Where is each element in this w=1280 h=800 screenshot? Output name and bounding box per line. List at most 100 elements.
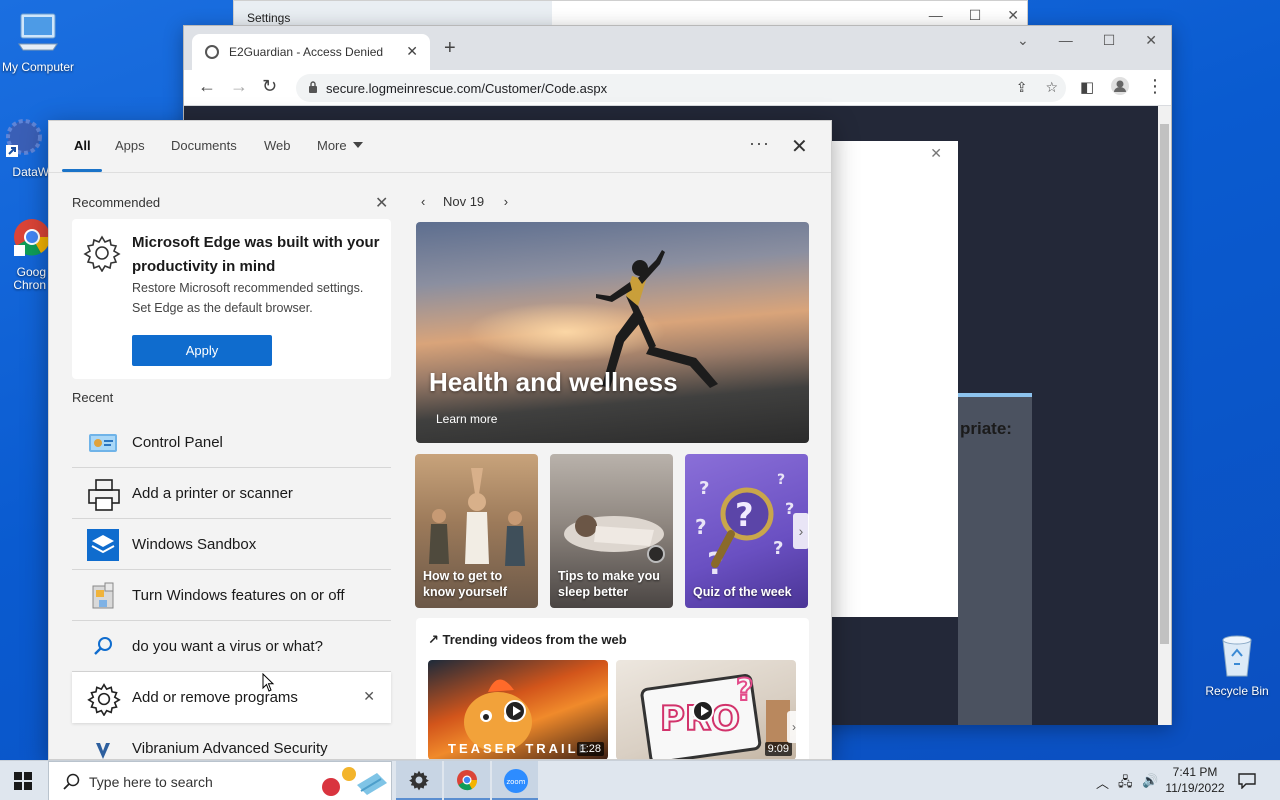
forward-icon[interactable]: →: [230, 76, 248, 97]
share-icon[interactable]: ⇪: [1016, 79, 1028, 96]
profile-icon[interactable]: [1110, 76, 1130, 101]
gear-icon: [83, 234, 121, 275]
minimize-icon[interactable]: —: [1059, 32, 1073, 49]
desktop-icon-my-computer[interactable]: My Computer: [0, 10, 76, 74]
recent-item-vibranium-security[interactable]: Vibranium Advanced Security: [72, 723, 391, 759]
page-panel: priate:: [958, 393, 1032, 725]
chrome-tab-strip: E2Guardian - Access Denied ✕ + ⌄ — ☐ ✕: [184, 26, 1171, 70]
apply-button[interactable]: Apply: [132, 335, 272, 366]
recommended-card: Microsoft Edge was built with your produ…: [72, 219, 391, 379]
videos-next-icon[interactable]: ›: [787, 711, 801, 743]
recommended-label: Recommended: [72, 195, 161, 210]
tile-quiz-of-week[interactable]: ??? ??? ? Quiz of the week: [685, 454, 808, 608]
settings-window-title: Settings: [247, 11, 291, 25]
show-hidden-icons[interactable]: ︿: [1096, 773, 1109, 792]
address-bar[interactable]: secure.logmeinrescue.com/Customer/Code.a…: [296, 74, 1066, 102]
network-icon[interactable]: 🖧: [1118, 773, 1133, 795]
windows-features-icon: [87, 580, 119, 612]
hero-card[interactable]: Health and wellness Learn more: [416, 222, 809, 443]
volume-icon[interactable]: 🔊: [1142, 773, 1158, 789]
star-icon[interactable]: ☆: [1045, 79, 1058, 96]
url-text: secure.logmeinrescue.com/Customer/Code.a…: [326, 81, 608, 96]
recent-item-add-printer[interactable]: Add a printer or scanner: [72, 468, 391, 519]
tab-more[interactable]: More: [317, 138, 363, 153]
tile-know-yourself[interactable]: How to get to know yourself: [415, 454, 538, 608]
vibranium-icon: [87, 733, 119, 759]
video-card-pro[interactable]: PRO ? 9:09: [616, 660, 796, 759]
recent-item-add-remove-programs[interactable]: Add or remove programs ✕: [72, 672, 391, 723]
back-icon[interactable]: ←: [198, 76, 216, 97]
close-icon[interactable]: ✕: [930, 145, 942, 162]
lock-icon: [309, 81, 317, 93]
video-card-teaser[interactable]: TEASER TRAILE 1:28: [428, 660, 608, 759]
close-tab-icon[interactable]: ✕: [406, 43, 418, 60]
dismiss-recommended-icon[interactable]: ✕: [375, 193, 388, 213]
page-scrollbar[interactable]: [1158, 106, 1171, 725]
hero-title: Health and wellness: [429, 367, 678, 397]
menu-icon[interactable]: ⋮: [1146, 76, 1164, 97]
globe-icon: [205, 45, 219, 59]
recent-item-search-query[interactable]: do you want a virus or what?: [72, 621, 391, 672]
tab-search-icon[interactable]: ⌄: [1017, 32, 1029, 49]
chevron-right-icon[interactable]: ›: [504, 194, 508, 209]
recent-item-label: Vibranium Advanced Security: [132, 740, 328, 757]
search-icon: [87, 631, 119, 663]
more-options-icon[interactable]: ···: [749, 133, 770, 154]
tile-caption: Quiz of the week: [693, 585, 792, 599]
tab-apps[interactable]: Apps: [115, 138, 145, 153]
play-icon[interactable]: [692, 700, 714, 722]
desktop-icon-label: Recycle Bin: [1205, 684, 1269, 698]
page-partial-text: priate:: [960, 419, 1012, 438]
side-panel-icon[interactable]: ◧: [1080, 78, 1094, 96]
maximize-icon[interactable]: ☐: [1103, 32, 1116, 49]
tab-web[interactable]: Web: [264, 138, 291, 153]
trending-title-text: Trending videos from the web: [442, 632, 627, 647]
chrome-icon: [456, 769, 478, 794]
taskbar-search-box[interactable]: Type here to search: [48, 761, 392, 800]
recycle-bin-icon: [1199, 632, 1275, 681]
video-duration: 1:28: [576, 742, 604, 756]
computer-icon: [0, 10, 76, 57]
taskbar-settings[interactable]: [396, 761, 442, 800]
minimize-icon[interactable]: —: [929, 7, 943, 24]
taskbar-zoom[interactable]: zoom: [492, 761, 538, 800]
trending-videos: ↗ Trending videos from the web TEASER TR…: [416, 618, 809, 759]
new-tab-icon[interactable]: +: [444, 38, 456, 58]
video-duration: 9:09: [764, 742, 792, 756]
close-icon[interactable]: ✕: [791, 134, 808, 159]
mouse-cursor: [262, 673, 275, 692]
trending-arrow-icon: ↗: [428, 632, 443, 647]
remove-item-icon[interactable]: ✕: [363, 688, 375, 705]
windows-start-icon[interactable]: [14, 772, 32, 793]
scrollbar-thumb[interactable]: [1160, 124, 1169, 644]
chrome-tab[interactable]: E2Guardian - Access Denied ✕: [192, 34, 430, 70]
taskbar-chrome[interactable]: [444, 761, 490, 800]
desktop-icon-recycle-bin[interactable]: Recycle Bin: [1199, 632, 1275, 698]
recent-item-control-panel[interactable]: Control Panel: [72, 417, 391, 468]
tiles-next-icon[interactable]: ›: [793, 513, 809, 549]
recent-item-windows-sandbox[interactable]: Windows Sandbox: [72, 519, 391, 570]
desktop-icon-label: Goog Chron: [13, 265, 46, 292]
tab-documents[interactable]: Documents: [171, 138, 237, 153]
recent-item-label: Turn Windows features on or off: [132, 587, 345, 604]
chevron-left-icon[interactable]: ‹: [421, 194, 425, 209]
control-panel-icon: [87, 427, 119, 459]
recommended-body: Restore Microsoft recommended settings. …: [132, 281, 364, 315]
taskbar-clock[interactable]: 7:41 PM 11/19/2022: [1160, 764, 1230, 796]
close-icon[interactable]: ✕: [1007, 7, 1019, 24]
close-icon[interactable]: ✕: [1145, 32, 1157, 49]
tab-all[interactable]: All: [74, 138, 91, 153]
tile-sleep-better[interactable]: Tips to make you sleep better: [550, 454, 673, 608]
zoom-icon-label: zoom: [506, 778, 525, 786]
svg-text:?: ?: [735, 496, 754, 534]
svg-text:?: ?: [699, 478, 709, 499]
recent-item-windows-features[interactable]: Turn Windows features on or off: [72, 570, 391, 621]
recent-item-label: Control Panel: [132, 434, 223, 451]
recent-item-label: Windows Sandbox: [132, 536, 257, 553]
maximize-icon[interactable]: ☐: [969, 7, 982, 24]
notification-icon[interactable]: [1238, 773, 1256, 792]
omnibox-actions: ⇪ ☆: [1016, 79, 1058, 96]
learn-more-link[interactable]: Learn more: [436, 412, 497, 426]
reload-icon[interactable]: ↻: [262, 76, 277, 97]
play-icon[interactable]: [504, 700, 526, 722]
